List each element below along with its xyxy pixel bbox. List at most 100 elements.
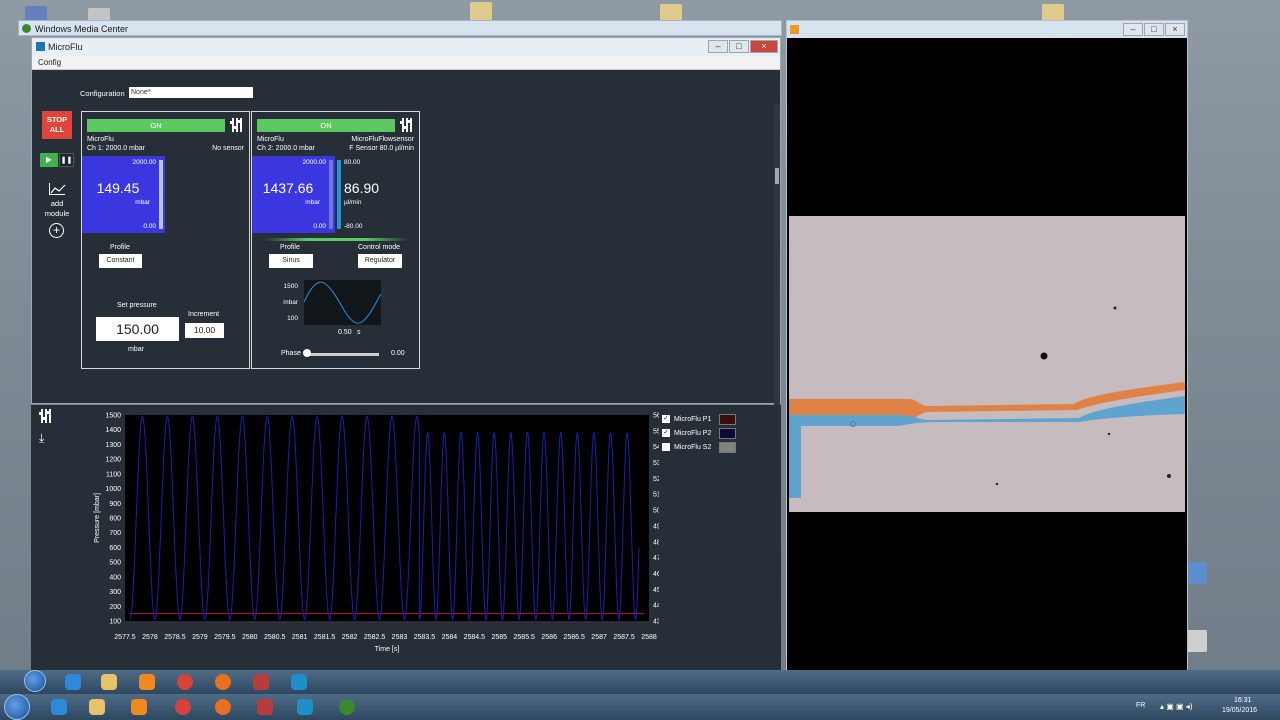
chart-settings-icon[interactable] (39, 409, 53, 423)
legend-checkbox[interactable] (662, 443, 670, 451)
taskbar-ie-icon[interactable] (58, 671, 88, 693)
desktop-app-icon[interactable] (1185, 630, 1207, 652)
taskbar-app-icon[interactable] (250, 696, 280, 718)
mini-chart-xunit: s (357, 329, 361, 336)
x-tick-label: 2585 (491, 634, 507, 641)
phase-slider-track[interactable] (305, 353, 379, 356)
x-tick-label: 2585.5 (514, 634, 536, 641)
taskbar-media-player-icon[interactable] (132, 671, 162, 693)
language-indicator[interactable]: FR (1136, 702, 1145, 709)
download-icon[interactable]: ⤓ (39, 431, 44, 446)
taskbar-wmc-icon[interactable] (332, 696, 362, 718)
wmc-icon (22, 24, 31, 33)
y-tick-label: 1100 (106, 471, 121, 478)
clock-time[interactable]: 16:31 (1234, 697, 1252, 704)
taskbar-chrome-icon[interactable] (168, 696, 198, 718)
taskbar-explorer-icon[interactable] (82, 696, 112, 718)
profile-label: Profile (280, 244, 300, 251)
taskbar-ie-icon[interactable] (44, 696, 74, 718)
chart-pane: ⤓ 2577.5 2578 2578.5 2579 2579.5 2580 2580.5 25… (31, 405, 781, 670)
close-button[interactable]: × (750, 40, 778, 53)
pause-button[interactable]: ❚❚ (59, 153, 74, 167)
legend-color-swatch[interactable] (719, 442, 736, 453)
y2-tick-label: 45 (653, 587, 659, 594)
chart-icon[interactable] (49, 183, 66, 195)
maximize-button[interactable]: □ (729, 40, 749, 53)
mini-chart-ytick: 100 (287, 315, 298, 322)
module-2-on-toggle[interactable]: ON (257, 119, 395, 132)
phase-slider-handle[interactable] (303, 349, 311, 357)
module-2: ON MicroFlu Ch 2: 2000.0 mbar MicroFluFl… (251, 111, 420, 369)
set-pressure-label: Set pressure (117, 302, 157, 309)
taskbar-explorer-icon[interactable] (94, 671, 124, 693)
increment-label: Increment (188, 311, 220, 318)
pressure-unit: mbar (305, 199, 320, 206)
x-tick-label: 2580.5 (264, 634, 286, 641)
pressure-max: 2000.00 (132, 159, 157, 166)
tray-icons[interactable]: ▴ ▣ ▣ ◂) (1160, 702, 1192, 711)
legend-color-swatch[interactable] (719, 428, 736, 439)
clock-date[interactable]: 19/05/2016 (1222, 707, 1257, 714)
legend-checkbox[interactable]: ✓ (662, 429, 670, 437)
plot-area (125, 415, 649, 621)
sensor-unit: µl/min (344, 199, 362, 206)
taskbar-firefox-icon[interactable] (208, 671, 238, 693)
sliders-icon[interactable] (230, 118, 244, 132)
taskbar-media-player-icon[interactable] (124, 696, 154, 718)
pressure-level-bar (329, 160, 333, 229)
taskbar-microflu-icon[interactable] (284, 671, 314, 693)
menu-config[interactable]: Config (38, 58, 61, 67)
play-button[interactable]: ▶ (40, 153, 58, 167)
y-tick-label: 1000 (105, 486, 121, 493)
x-tick-label: 2587.5 (613, 634, 635, 641)
module-1-on-toggle[interactable]: ON (87, 119, 225, 132)
add-module-icon[interactable]: + (49, 223, 64, 238)
legend-item[interactable]: ✓ MicroFlu P1 (662, 414, 752, 429)
microflu-app-icon (36, 42, 45, 51)
start-button[interactable] (4, 694, 30, 720)
x-tick-label: 2579 (192, 634, 208, 641)
vertical-scrollbar[interactable] (774, 104, 780, 436)
module-1: ON MicroFlu Ch 1: 2000.0 mbar No sensor … (81, 111, 250, 369)
y-tick-label: 400 (109, 574, 121, 581)
sliders-icon[interactable] (400, 118, 414, 132)
control-mode-select[interactable]: Regulator (358, 254, 402, 268)
profile-select[interactable]: Constant (99, 254, 142, 268)
increment-input[interactable]: 10.00 (185, 323, 224, 338)
pressure-max: 2000.00 (302, 159, 327, 166)
y2-tick-label: 53 (653, 460, 659, 467)
x-tick-label: 2581.5 (314, 634, 336, 641)
close-button[interactable]: × (1165, 23, 1185, 36)
sensor-value: 86.90 (344, 180, 380, 196)
y-tick-label: 100 (109, 619, 121, 626)
maximize-button[interactable]: □ (1144, 23, 1164, 36)
config-field[interactable]: None* (129, 87, 253, 98)
y2-tick-label: 44 (653, 603, 659, 610)
module-2-sensor: MicroFluFlowsensor F Sensor 80.0 µl/min (349, 135, 414, 153)
module-1-channel: Ch 1: 2000.0 mbar (87, 145, 145, 152)
y2-tick-label: 46 (653, 571, 659, 578)
taskbar-app-icon[interactable] (246, 671, 276, 693)
taskbar-chrome-icon[interactable] (170, 671, 200, 693)
legend-item[interactable]: ✓ MicroFlu P2 (662, 428, 752, 443)
stop-all-button[interactable]: STOP ALL (42, 111, 72, 139)
x-axis-label: Time [s] (375, 646, 400, 653)
minimize-button[interactable]: – (708, 40, 728, 53)
taskbar-microflu-icon[interactable] (290, 696, 320, 718)
module-1-sensor: No sensor (212, 135, 244, 153)
profile-select[interactable]: Sinus (269, 254, 313, 268)
scrollbar-thumb[interactable] (775, 168, 779, 184)
profile-preview-chart (303, 280, 382, 325)
start-button[interactable] (24, 670, 46, 692)
set-pressure-input[interactable]: 150.00 (96, 317, 179, 341)
legend-item[interactable]: MicroFlu S2 (662, 442, 752, 457)
taskbar-firefox-icon[interactable] (208, 696, 238, 718)
minimize-button[interactable]: – (1123, 23, 1143, 36)
legend-checkbox[interactable]: ✓ (662, 415, 670, 423)
legend-color-swatch[interactable] (719, 414, 736, 425)
x-tick-label: 2577.5 (114, 634, 136, 641)
x-tick-label: 2584 (442, 634, 458, 641)
desktop-app-icon[interactable] (1185, 562, 1207, 584)
y-tick-label: 600 (109, 545, 121, 552)
y-tick-label: 1400 (105, 427, 121, 434)
